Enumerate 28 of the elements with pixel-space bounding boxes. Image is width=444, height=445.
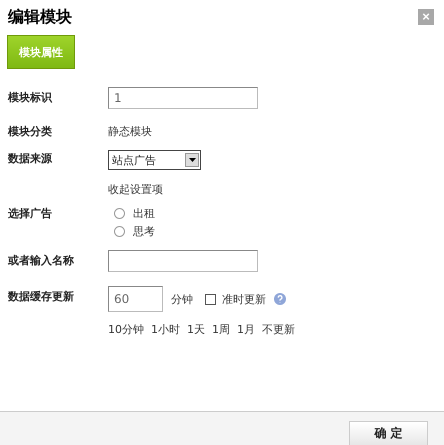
preset-link[interactable]: 1小时 [151, 322, 180, 337]
field-label: 数据缓存更新 [8, 289, 75, 304]
preset-link[interactable]: 10分钟 [108, 322, 144, 337]
field-label: 或者输入名称 [8, 253, 75, 268]
text-field[interactable] [108, 250, 258, 272]
preset-link[interactable]: 不更新 [262, 322, 295, 337]
source-dropdown[interactable]: 站点广告 [108, 150, 201, 170]
field-label: 模块分类 [8, 124, 53, 139]
field-value: 静态模块 [108, 124, 153, 139]
preset-link[interactable]: 1天 [187, 322, 205, 337]
collapse-link[interactable]: 收起设置项 [108, 179, 444, 197]
radio-button[interactable] [114, 208, 125, 219]
field-label: 模块标识 [8, 90, 54, 105]
radio-button[interactable] [114, 226, 125, 237]
preset-link[interactable]: 1月 [237, 322, 255, 337]
text-field[interactable]: 1 [108, 87, 258, 109]
unit-label: 分钟 [171, 292, 193, 306]
preset-link[interactable]: 1周 [212, 322, 230, 337]
checkbox[interactable] [205, 294, 216, 304]
field-label: 数据来源 [8, 151, 53, 166]
field-label: 选择广告 [8, 206, 53, 221]
help-icon[interactable] [274, 293, 286, 305]
confirm-button[interactable]: 确 定 [349, 421, 428, 445]
ontime-checkbox[interactable]: 准时更新 [205, 292, 266, 306]
radio-option[interactable]: 出租 [114, 206, 444, 221]
radio-option[interactable]: 思考 [114, 224, 444, 239]
window-title: 编辑模块 [8, 6, 72, 28]
cache-field[interactable]: 60 [108, 286, 163, 312]
